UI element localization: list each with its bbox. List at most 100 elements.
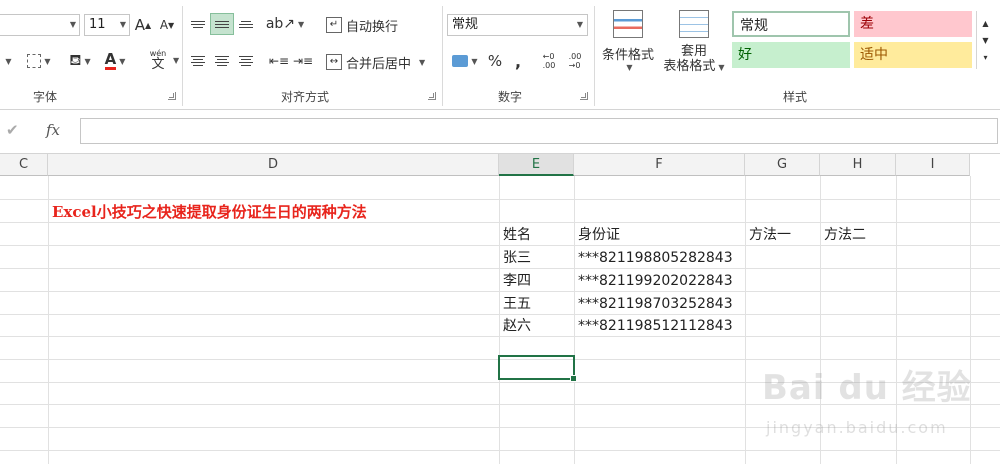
comma-style-button[interactable]: , (509, 50, 527, 72)
alignment-dialog-launcher-icon[interactable] (428, 92, 436, 100)
phonetic-button[interactable]: wén 文 (142, 48, 174, 74)
style-normal[interactable]: 常规 (732, 11, 850, 37)
align-center-button[interactable] (210, 50, 234, 72)
number-group-label: 数字 (497, 90, 522, 104)
table-row-id[interactable]: ***821198805282843 (574, 247, 733, 269)
table-row-id[interactable]: ***821198512112843 (574, 315, 733, 337)
merge-center-label: 合并后居中 (346, 56, 412, 72)
baidu-watermark: Bai du 经验 (762, 368, 972, 408)
style-good[interactable]: 好 (732, 42, 850, 68)
column-header-d[interactable]: D (48, 154, 499, 176)
header-id[interactable]: 身份证 (574, 224, 620, 246)
active-cell-selection[interactable] (498, 355, 577, 382)
group-divider (442, 6, 443, 106)
checkmark-icon[interactable]: ✔ (6, 121, 19, 139)
bottom-align-button[interactable] (234, 13, 258, 35)
styles-group-label: 样式 (782, 90, 807, 104)
chevron-down-icon: ▼ (471, 56, 478, 66)
increase-decimal-icon: ←0.00 (542, 52, 556, 70)
column-header-c[interactable]: C (0, 154, 48, 176)
font-dialog-launcher-icon[interactable] (168, 92, 176, 100)
font-size-value: 11 (89, 17, 106, 32)
phonetic-char: 文 (151, 57, 165, 72)
group-divider (182, 6, 183, 106)
ribbon: ▼ 11 ▼ A ▲ A ▼ ▼ ▼ ⛾ ▼ A ▼ wén 文 ▼ 字体 ab↗ ▼ (0, 0, 1000, 110)
underline-dropdown-button[interactable]: ▼ (0, 50, 14, 72)
column-header-f[interactable]: F (574, 154, 745, 176)
conditional-formatting-icon (613, 10, 643, 38)
column-header-e[interactable]: E (499, 154, 574, 176)
grow-font-button[interactable]: A ▲ (134, 14, 152, 36)
font-group-label: 字体 (32, 90, 57, 104)
orientation-button[interactable]: ab↗ ▼ (266, 13, 305, 35)
conditional-formatting-label: 条件格式 (601, 48, 654, 63)
caret-down-icon: ▼ (168, 20, 175, 30)
header-method-2[interactable]: 方法二 (820, 224, 866, 246)
wrap-text-button[interactable]: ↵ 自动换行 (326, 13, 410, 37)
style-neutral[interactable]: 适中 (854, 42, 972, 68)
group-divider (594, 6, 595, 106)
formula-input[interactable] (80, 118, 998, 144)
fx-icon[interactable]: fx (46, 121, 60, 139)
accounting-format-button[interactable]: ▼ (447, 50, 483, 72)
sheet-title[interactable]: Excel小技巧之快速提取身份证生日的两种方法 (48, 201, 367, 223)
shrink-font-label: A (159, 18, 169, 32)
decrease-decimal-icon: .00 →0 (568, 52, 582, 70)
chevron-down-icon: ▼ (69, 20, 76, 29)
chevron-down-icon: ▼ (5, 56, 12, 66)
borders-button[interactable]: ▼ (22, 50, 56, 72)
column-header-h[interactable]: H (820, 154, 896, 176)
wrap-text-label: 自动换行 (346, 19, 399, 35)
shrink-font-button[interactable]: A ▼ (158, 14, 176, 36)
top-align-button[interactable] (186, 13, 210, 35)
table-row-name[interactable]: 李四 (499, 270, 531, 292)
number-format-combo[interactable]: 常规 ▼ (447, 14, 588, 36)
column-header-g[interactable]: G (745, 154, 820, 176)
header-method-1[interactable]: 方法一 (745, 224, 791, 246)
fill-color-button[interactable]: ⛾ ▼ (62, 50, 98, 72)
increase-decimal-button[interactable]: ←0.00 (538, 49, 560, 73)
table-row-name[interactable]: 王五 (499, 293, 531, 315)
table-row-id[interactable]: ***821198703252843 (574, 293, 733, 315)
align-right-button[interactable] (234, 50, 258, 72)
percent-style-button[interactable]: % (485, 50, 505, 72)
baidu-watermark-url: jingyan.baidu.com (766, 418, 948, 437)
style-bad[interactable]: 差 (854, 11, 972, 37)
styles-gallery-scroll[interactable]: ▲ ▼ ▾ (976, 11, 994, 69)
table-row-name[interactable]: 赵六 (499, 315, 531, 337)
format-as-table-button[interactable]: 套用 表格格式 ▼ (660, 10, 728, 82)
font-size-combo[interactable]: 11 ▼ (84, 14, 130, 36)
formula-buttons: ✔ fx (0, 118, 76, 144)
paint-bucket-icon: ⛾ (69, 51, 82, 69)
chevron-down-icon: ▼ (44, 56, 51, 66)
middle-align-button[interactable] (210, 13, 234, 35)
font-name-combo[interactable]: ▼ (0, 14, 80, 36)
conditional-formatting-button[interactable]: 条件格式 ▼ (597, 10, 659, 82)
table-row-name[interactable]: 张三 (499, 247, 531, 269)
chevron-down-icon: ▼ (718, 63, 725, 72)
chevron-down-icon: ▼ (119, 20, 126, 29)
row-gridline (0, 450, 1000, 451)
table-row-id[interactable]: ***821199202022843 (574, 270, 733, 292)
merge-cells-icon: ↔ (326, 54, 342, 70)
worksheet-grid[interactable]: C D E F G H I Excel小技巧之快速提取身份证生日的两种方法 姓名… (0, 154, 1000, 464)
formula-bar: ✔ fx (0, 110, 1000, 154)
align-left-button[interactable] (186, 50, 210, 72)
decrease-indent-icon: ⇤≡ (268, 54, 290, 68)
font-color-icon: A (104, 50, 117, 70)
column-header-i[interactable]: I (896, 154, 970, 176)
chevron-down-icon: ▼ (576, 20, 583, 29)
increase-indent-button[interactable]: ⇥≡ (292, 50, 314, 72)
number-dialog-launcher-icon[interactable] (580, 92, 588, 100)
chevron-down-icon: ▼ (419, 57, 426, 67)
decrease-indent-button[interactable]: ⇤≡ (268, 50, 290, 72)
decrease-decimal-button[interactable]: .00 →0 (564, 49, 586, 73)
wrap-text-icon: ↵ (326, 17, 342, 33)
chevron-down-icon: ▼ (119, 56, 126, 66)
chevron-down-icon: ▼ (298, 19, 305, 29)
merge-center-button[interactable]: ↔ 合并后居中 ▼ (326, 50, 438, 74)
header-name[interactable]: 姓名 (499, 224, 531, 246)
caret-up-icon: ▲ (145, 20, 152, 30)
column-gridline (970, 176, 971, 464)
font-color-button[interactable]: A ▼ (100, 50, 130, 72)
